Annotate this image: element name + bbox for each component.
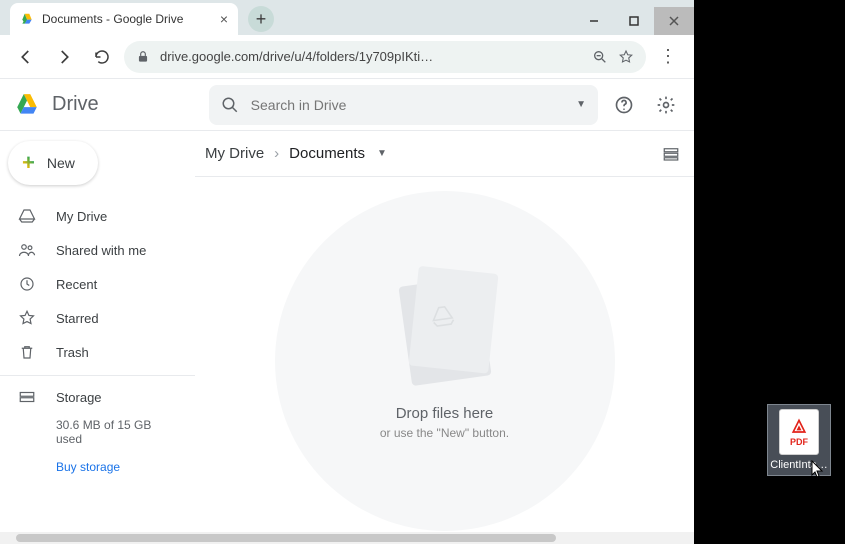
adobe-glyph-icon [789,417,809,437]
sidebar-item-starred[interactable]: Starred [0,301,195,335]
chevron-right-icon: › [274,145,279,162]
maximize-button[interactable] [614,7,654,35]
desktop-filename: ClientInta… [770,459,827,471]
sidebar-divider [0,375,195,376]
drive-favicon [20,12,34,26]
breadcrumb-current[interactable]: Documents [289,145,365,162]
sidebar: + New My Drive Shared with me Recent [0,131,195,544]
folder-dropdown-icon[interactable]: ▼ [377,148,387,159]
url-field[interactable]: drive.google.com/drive/u/4/folders/1y709… [124,41,646,73]
search-icon [221,96,239,114]
breadcrumb: My Drive › Documents ▼ [195,131,694,177]
drop-title: Drop files here [396,405,494,422]
sidebar-item-recent[interactable]: Recent [0,267,195,301]
drive-header: Drive ▼ [0,79,694,131]
tab-strip: Documents - Google Drive × + [0,0,694,35]
storage-icon [18,388,38,406]
sidebar-item-label: Shared with me [56,243,146,258]
clock-icon [18,275,38,293]
close-tab-icon[interactable]: × [220,11,228,27]
new-tab-button[interactable]: + [248,6,274,32]
drive-glyph-icon [427,303,458,331]
sidebar-item-trash[interactable]: Trash [0,335,195,369]
list-view-icon[interactable] [658,141,684,167]
browser-tab[interactable]: Documents - Google Drive × [10,3,238,35]
search-input[interactable] [251,97,576,113]
search-options-icon[interactable]: ▼ [576,99,586,110]
file-illustration [398,276,491,386]
trash-icon [18,343,38,361]
star-icon[interactable] [618,49,634,65]
main-content: My Drive › Documents ▼ Drop files here o… [195,131,694,544]
storage-used: 30.6 MB of 15 GB used [56,418,177,446]
new-button[interactable]: + New [8,141,98,185]
desktop-pdf-file[interactable]: PDF ClientInta… [767,404,831,476]
storage-section: Storage 30.6 MB of 15 GB used Buy storag… [0,382,195,480]
drop-zone[interactable]: Drop files here or use the "New" button. [195,177,694,544]
back-button[interactable] [10,41,42,73]
url-text: drive.google.com/drive/u/4/folders/1y709… [160,49,582,64]
zoom-icon[interactable] [592,49,608,65]
pdf-type-label: PDF [790,437,808,447]
product-name: Drive [52,93,99,116]
sidebar-item-my-drive[interactable]: My Drive [0,199,195,233]
storage-label: Storage [56,390,102,405]
browser-window: Documents - Google Drive × + [0,0,694,544]
plus-icon: + [22,150,35,176]
star-icon [18,309,38,327]
drive-logo-icon [12,92,42,118]
breadcrumb-root[interactable]: My Drive [205,145,264,162]
sidebar-item-label: My Drive [56,209,107,224]
reload-button[interactable] [86,41,118,73]
horizontal-scrollbar[interactable] [0,532,694,544]
sidebar-item-label: Recent [56,277,97,292]
sidebar-item-label: Starred [56,311,99,326]
window-controls [574,7,694,35]
settings-icon[interactable] [650,89,682,121]
my-drive-icon [18,207,38,225]
shared-icon [18,241,38,259]
address-bar: drive.google.com/drive/u/4/folders/1y709… [0,35,694,79]
forward-button[interactable] [48,41,80,73]
sidebar-item-label: Trash [56,345,89,360]
drop-subtitle: or use the "New" button. [380,426,509,440]
close-window-button[interactable] [654,7,694,35]
new-button-label: New [47,155,75,171]
search-box[interactable]: ▼ [209,85,598,125]
empty-state-illustration: Drop files here or use the "New" button. [275,191,615,531]
buy-storage-link[interactable]: Buy storage [56,460,177,474]
tab-title: Documents - Google Drive [42,12,220,26]
sidebar-item-shared[interactable]: Shared with me [0,233,195,267]
scrollbar-thumb[interactable] [16,534,556,542]
help-icon[interactable] [608,89,640,121]
minimize-button[interactable] [574,7,614,35]
pdf-icon: PDF [779,409,819,455]
browser-menu-icon[interactable]: ⋮ [652,46,684,67]
lock-icon [136,50,150,64]
